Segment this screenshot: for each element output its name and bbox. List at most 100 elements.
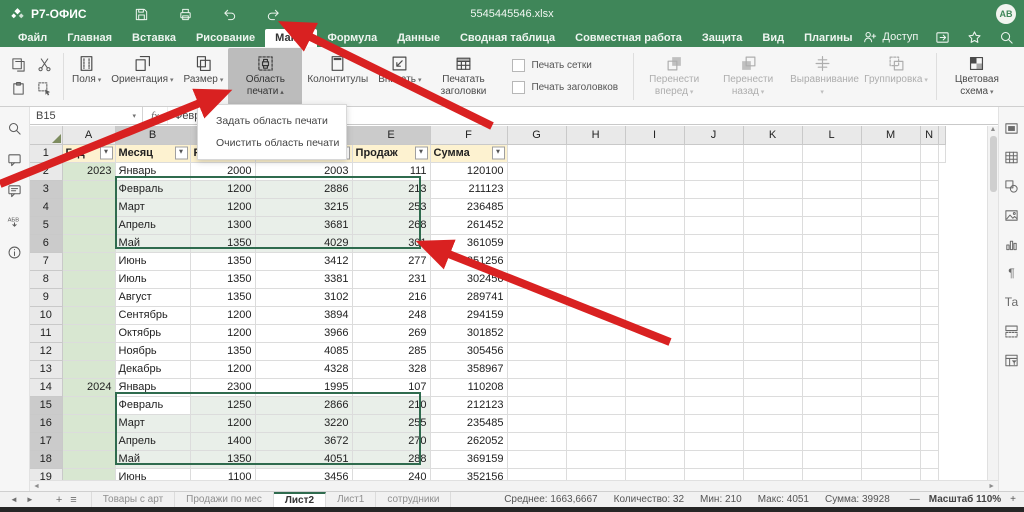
empty-cell[interactable] [684,378,743,396]
empty-cell[interactable] [625,450,684,468]
vertical-scrollbar[interactable]: ▲ [987,126,998,480]
value-cell[interactable]: 1350 [190,252,255,270]
value-cell[interactable]: 1350 [190,342,255,360]
year-cell[interactable] [62,252,115,270]
empty-cell[interactable] [802,414,861,432]
empty-cell[interactable] [802,144,861,162]
sheet-tab[interactable]: сотрудники [376,492,451,507]
value-cell[interactable]: 277 [352,252,430,270]
empty-cell[interactable] [802,468,861,480]
empty-cell[interactable] [507,198,566,216]
value-cell[interactable]: 3412 [255,252,352,270]
empty-cell[interactable] [684,144,743,162]
empty-cell[interactable] [920,324,938,342]
empty-cell[interactable] [861,468,920,480]
empty-cell[interactable] [684,162,743,180]
row-header[interactable]: 4 [30,198,62,216]
value-cell[interactable]: 1350 [190,450,255,468]
zoom-level[interactable]: Масштаб 110% [929,494,1001,505]
fit-button[interactable]: Вписать ▾ [373,48,426,105]
empty-cell[interactable] [684,414,743,432]
empty-cell[interactable] [507,216,566,234]
empty-cell[interactable] [920,216,938,234]
empty-cell[interactable] [920,288,938,306]
scroll-left-icon[interactable]: ◄ [33,483,40,490]
column-header[interactable]: G [507,126,566,144]
sum-cell[interactable]: 212123 [430,396,507,414]
empty-cell[interactable] [507,360,566,378]
select-cursor-button[interactable] [36,81,52,97]
empty-cell[interactable] [566,414,625,432]
row-header[interactable]: 5 [30,216,62,234]
empty-cell[interactable] [920,234,938,252]
empty-cell[interactable] [566,468,625,480]
value-cell[interactable]: 288 [352,450,430,468]
empty-cell[interactable] [861,360,920,378]
empty-cell[interactable] [920,306,938,324]
month-cell[interactable]: Февраль [115,180,190,198]
month-cell[interactable]: Март [115,198,190,216]
empty-cell[interactable] [920,270,938,288]
empty-cell[interactable] [625,180,684,198]
sum-cell[interactable]: 262052 [430,432,507,450]
empty-cell[interactable] [684,306,743,324]
sum-cell[interactable]: 301852 [430,324,507,342]
pivot-filter-button[interactable] [1003,351,1021,369]
print-titles-button[interactable]: Печатать заголовки [426,48,500,105]
empty-cell[interactable] [802,270,861,288]
empty-cell[interactable] [802,378,861,396]
menu-tab[interactable]: Защита [692,29,753,47]
year-cell[interactable] [62,198,115,216]
column-header[interactable]: L [802,126,861,144]
column-header[interactable]: J [684,126,743,144]
empty-cell[interactable] [802,432,861,450]
bring-forward-button[interactable]: Перенести вперед ▾ [637,48,711,105]
slicer-settings-button[interactable] [1003,322,1021,340]
row-header[interactable]: 18 [30,450,62,468]
empty-cell[interactable] [684,180,743,198]
empty-cell[interactable] [920,198,938,216]
empty-cell[interactable] [743,252,802,270]
empty-cell[interactable] [802,234,861,252]
row-header[interactable]: 8 [30,270,62,288]
headers-footers-button[interactable]: Колонтитулы [302,48,373,105]
empty-cell[interactable] [566,396,625,414]
empty-cell[interactable] [861,234,920,252]
sheet-next-icon[interactable]: ► [22,495,38,504]
empty-cell[interactable] [684,342,743,360]
year-cell[interactable] [62,216,115,234]
chat-button[interactable] [6,181,24,199]
empty-cell[interactable] [861,396,920,414]
row-header[interactable]: 11 [30,324,62,342]
empty-cell[interactable] [625,234,684,252]
value-cell[interactable]: 4328 [255,360,352,378]
empty-cell[interactable] [743,342,802,360]
empty-cell[interactable] [920,360,938,378]
empty-cell[interactable] [507,252,566,270]
print-gridlines-checkbox[interactable]: Печать сетки [512,59,618,72]
year-cell[interactable] [62,270,115,288]
empty-cell[interactable] [625,414,684,432]
year-cell[interactable] [62,306,115,324]
empty-cell[interactable] [802,450,861,468]
empty-cell[interactable] [566,432,625,450]
row-header[interactable]: 16 [30,414,62,432]
group-button[interactable]: Группировка ▾ [859,48,933,105]
empty-cell[interactable] [566,342,625,360]
column-header[interactable]: K [743,126,802,144]
value-cell[interactable]: 3456 [255,468,352,480]
search-button[interactable] [998,29,1014,45]
month-cell[interactable]: Февраль [115,396,190,414]
value-cell[interactable]: 3381 [255,270,352,288]
value-cell[interactable]: 2003 [255,162,352,180]
zoom-in-button[interactable]: + [1010,494,1016,505]
value-cell[interactable]: 1350 [190,288,255,306]
empty-cell[interactable] [684,432,743,450]
spreadsheet-grid[interactable]: ABCDEFGHIJKLMN1Год▾Месяц▾Реклама▾Посетит… [30,126,987,480]
text-art-settings-button[interactable]: Та [1003,293,1021,311]
empty-cell[interactable] [684,324,743,342]
value-cell[interactable]: 1300 [190,216,255,234]
empty-cell[interactable] [684,216,743,234]
empty-cell[interactable] [684,396,743,414]
row-header[interactable]: 13 [30,360,62,378]
